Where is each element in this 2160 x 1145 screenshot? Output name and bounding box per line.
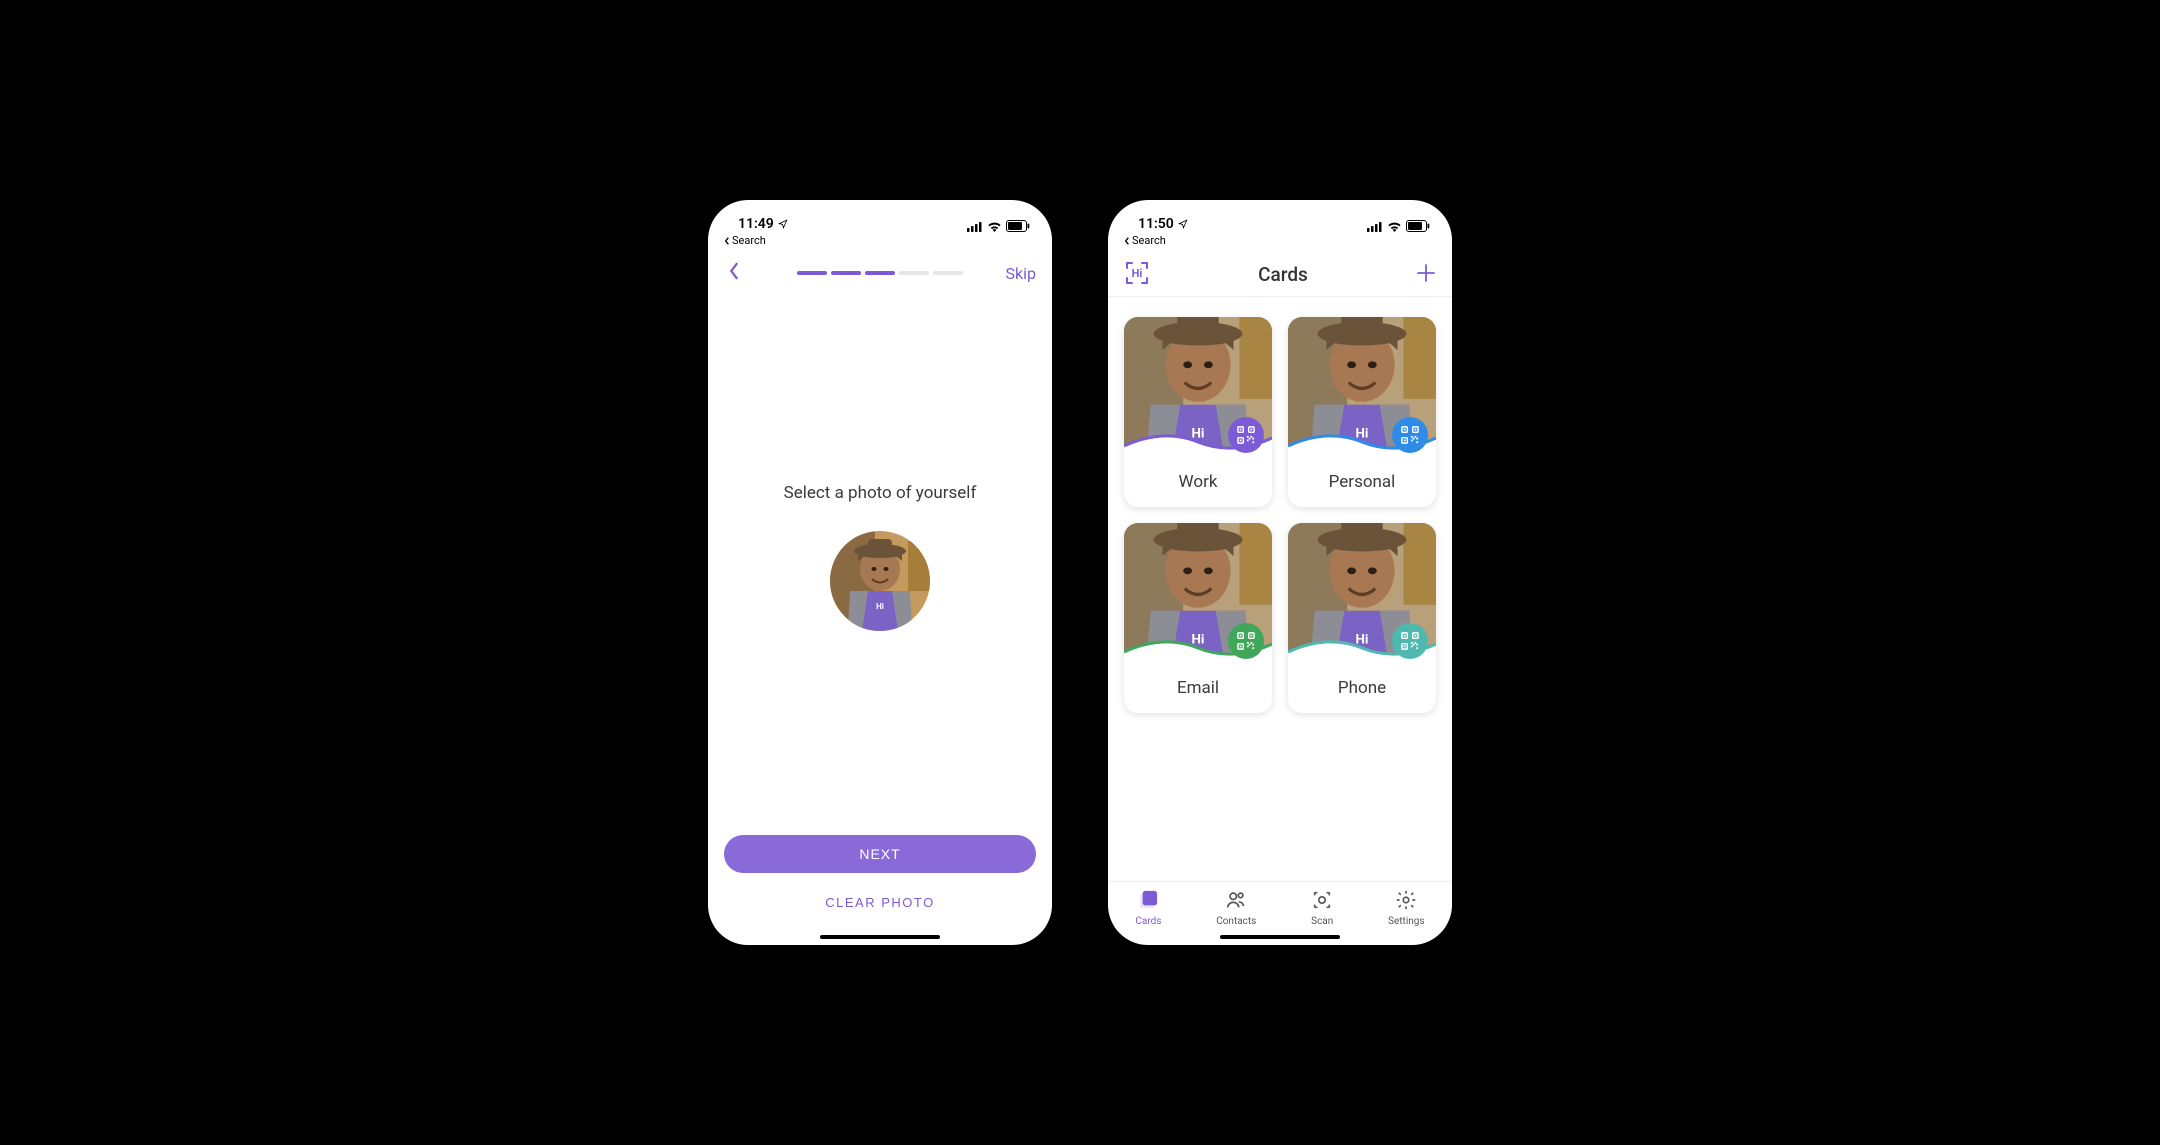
cards-icon <box>1137 889 1159 914</box>
card-photo: Hi <box>1124 317 1272 457</box>
card-label: Phone <box>1288 663 1436 713</box>
location-icon <box>1178 219 1188 229</box>
tab-label: Cards <box>1135 916 1161 927</box>
tab-cards[interactable]: Cards <box>1135 889 1161 927</box>
skip-button[interactable]: Skip <box>1006 264 1036 283</box>
plus-icon <box>1416 263 1436 283</box>
progress-seg <box>831 271 861 275</box>
status-time: 11:50 <box>1138 216 1174 232</box>
card-photo: Hi <box>1288 317 1436 457</box>
nav-bar: Hi Cards <box>1108 253 1452 297</box>
progress-seg <box>865 271 895 275</box>
contacts-icon <box>1225 889 1247 914</box>
scan-icon <box>1311 889 1333 914</box>
tab-contacts[interactable]: Contacts <box>1216 889 1256 927</box>
home-indicator[interactable] <box>820 935 940 939</box>
card-phone[interactable]: Hi Phone <box>1288 523 1436 713</box>
phone-screen-cards: 11:50 Search Hi Cards <box>1108 200 1452 945</box>
qr-badge[interactable] <box>1392 623 1428 659</box>
logo-icon: Hi <box>1124 260 1150 286</box>
status-bar: 11:50 <box>1108 200 1452 232</box>
wifi-icon <box>987 221 1002 232</box>
battery-icon <box>1006 220 1030 232</box>
progress-seg <box>899 271 929 275</box>
clear-photo-button[interactable]: CLEAR PHOTO <box>724 887 1036 917</box>
card-label: Personal <box>1288 457 1436 507</box>
status-bar: 11:49 <box>708 200 1052 232</box>
svg-text:Hi: Hi <box>876 602 884 611</box>
wifi-icon <box>1387 221 1402 232</box>
card-work[interactable]: Hi Work <box>1124 317 1272 507</box>
status-time: 11:49 <box>738 216 774 232</box>
qr-badge[interactable] <box>1228 417 1264 453</box>
tab-settings[interactable]: Settings <box>1388 889 1425 927</box>
tab-label: Contacts <box>1216 916 1256 927</box>
cards-grid[interactable]: Hi Work Hi <box>1108 297 1452 881</box>
settings-icon <box>1395 889 1417 914</box>
onboarding-heading: Select a photo of yourself <box>784 483 977 503</box>
tab-label: Scan <box>1311 916 1333 927</box>
battery-icon <box>1406 220 1430 232</box>
avatar-photo[interactable]: Hi <box>830 531 930 631</box>
home-indicator[interactable] <box>1220 935 1340 939</box>
qr-badge[interactable] <box>1228 623 1264 659</box>
onboarding-actions: NEXT CLEAR PHOTO <box>724 835 1036 917</box>
chevron-left-icon <box>728 262 740 280</box>
app-logo[interactable]: Hi <box>1124 260 1150 290</box>
breadcrumb-chevron-icon <box>1124 237 1130 245</box>
tab-label: Settings <box>1388 916 1425 927</box>
qr-badge[interactable] <box>1392 417 1428 453</box>
card-photo: Hi <box>1288 523 1436 663</box>
nav-bar: Skip <box>708 253 1052 293</box>
tab-scan[interactable]: Scan <box>1311 889 1333 927</box>
card-label: Email <box>1124 663 1272 713</box>
signal-icon <box>1367 221 1383 232</box>
breadcrumb-back[interactable]: Search <box>708 232 1052 253</box>
progress-seg <box>797 271 827 275</box>
breadcrumb-label: Search <box>1132 234 1166 247</box>
signal-icon <box>967 221 983 232</box>
svg-text:Hi: Hi <box>1132 267 1143 280</box>
breadcrumb-label: Search <box>732 234 766 247</box>
breadcrumb-back[interactable]: Search <box>1108 232 1452 253</box>
card-label: Work <box>1124 457 1272 507</box>
avatar-image: Hi <box>830 531 930 631</box>
progress-bar <box>797 271 963 275</box>
card-email[interactable]: Hi Email <box>1124 523 1272 713</box>
location-icon <box>778 219 788 229</box>
page-title: Cards <box>1258 263 1308 286</box>
breadcrumb-chevron-icon <box>724 237 730 245</box>
phone-screen-onboarding: 11:49 Search Skip Select a photo of your… <box>708 200 1052 945</box>
next-button[interactable]: NEXT <box>724 835 1036 873</box>
progress-seg <box>933 271 963 275</box>
card-personal[interactable]: Hi Personal <box>1288 317 1436 507</box>
card-photo: Hi <box>1124 523 1272 663</box>
back-button[interactable] <box>724 261 744 286</box>
add-card-button[interactable] <box>1416 262 1436 288</box>
